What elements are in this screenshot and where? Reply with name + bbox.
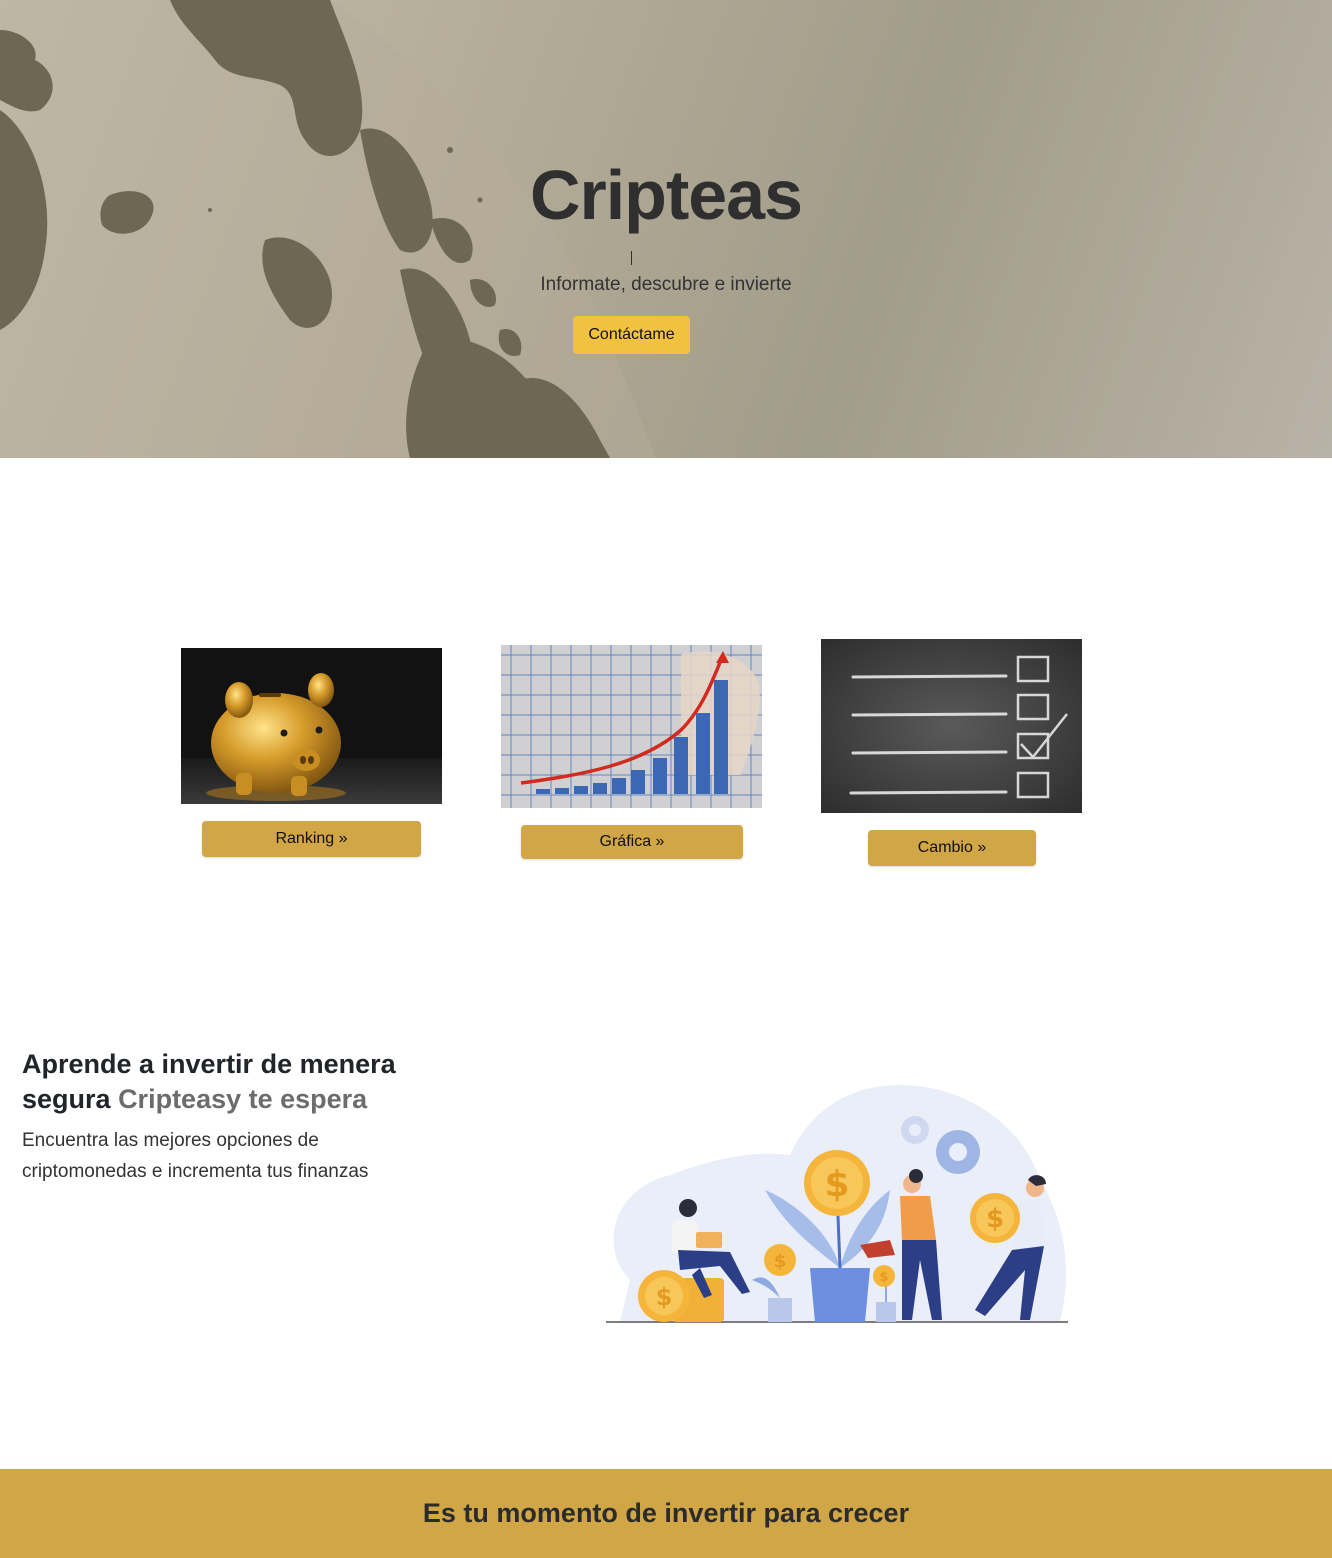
svg-text:$: $ xyxy=(824,1164,849,1205)
invest-heading: Aprende a invertir de menera segura Crip… xyxy=(22,1047,442,1117)
invest-description: Encuentra las mejores opciones de cripto… xyxy=(22,1130,369,1182)
cta-text: Es tu momento de invertir para crecer xyxy=(422,1498,910,1528)
chart-button[interactable]: Gráfica » xyxy=(521,825,743,859)
hero-title: Cripteas xyxy=(529,156,803,234)
checklist-chalkboard-image xyxy=(821,639,1082,813)
svg-text:$: $ xyxy=(656,1283,673,1311)
cta-band: Es tu momento de invertir para crecer xyxy=(0,1469,1332,1558)
exchange-button[interactable]: Cambio » xyxy=(868,830,1036,866)
hero-divider xyxy=(631,251,632,265)
piggy-bank-image xyxy=(181,648,442,804)
svg-text:$: $ xyxy=(879,1270,888,1285)
svg-text:$: $ xyxy=(986,1204,1004,1234)
growth-chart-image xyxy=(501,645,762,808)
hero-subtitle: Informate, descubre e invierte xyxy=(540,274,792,295)
ranking-button[interactable]: Ranking » xyxy=(202,821,421,857)
invest-heading-accent: Cripteasy te espera xyxy=(118,1084,368,1114)
svg-text:$: $ xyxy=(774,1251,787,1272)
contact-button[interactable]: Contáctame xyxy=(573,316,690,354)
investment-growth-illustration: $ $ $ $ $ xyxy=(606,1085,1068,1323)
hero-section: Cripteas Informate, descubre e invierte … xyxy=(0,0,1332,458)
